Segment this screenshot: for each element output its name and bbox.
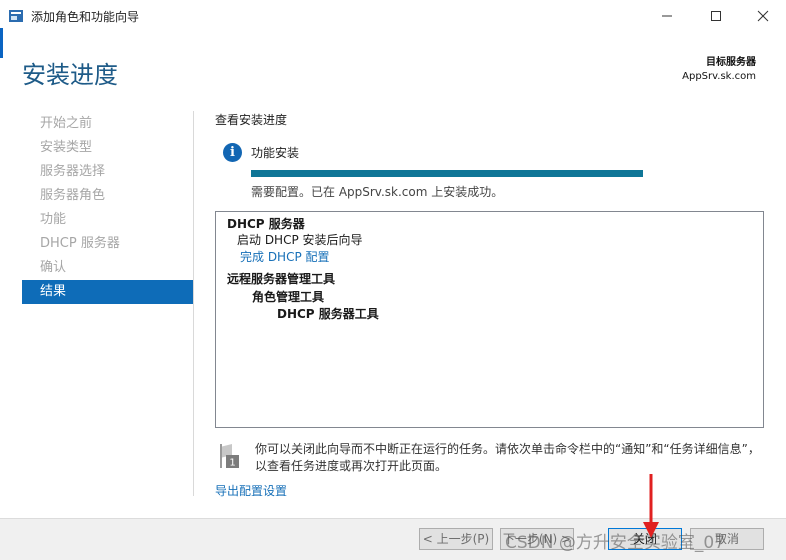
install-status: 需要配置。已在 AppSrv.sk.com 上安装成功。 bbox=[251, 185, 504, 199]
nav-item-server-roles[interactable]: 服务器角色 bbox=[22, 184, 193, 208]
results-list: DHCP 服务器 启动 DHCP 安装后向导 完成 DHCP 配置 远程服务器管… bbox=[215, 211, 764, 428]
result-item: 远程服务器管理工具 bbox=[227, 272, 336, 286]
progress-fill bbox=[251, 170, 643, 177]
result-item: 角色管理工具 bbox=[252, 290, 325, 304]
close-window-button[interactable] bbox=[740, 0, 786, 32]
minimize-icon bbox=[662, 15, 672, 17]
target-server-name: AppSrv.sk.com bbox=[682, 71, 756, 82]
maximize-button[interactable] bbox=[693, 0, 739, 32]
nav-item-before-you-begin[interactable]: 开始之前 bbox=[22, 112, 193, 136]
info-icon: i bbox=[223, 143, 242, 162]
install-progress-bar bbox=[251, 170, 643, 177]
result-item: DHCP 服务器 bbox=[227, 217, 305, 231]
nav-item-results[interactable]: 结果 bbox=[22, 280, 193, 304]
maximize-icon bbox=[711, 11, 721, 21]
feature-install-label: 功能安装 bbox=[251, 146, 300, 160]
minimize-button[interactable] bbox=[644, 0, 690, 32]
server-manager-icon bbox=[9, 10, 23, 22]
previous-button[interactable]: < 上一步(P) bbox=[419, 528, 493, 550]
nav-item-installation-type[interactable]: 安装类型 bbox=[22, 136, 193, 160]
next-button[interactable]: 下一步(N) > bbox=[500, 528, 574, 550]
wizard-nav: 开始之前 安装类型 服务器选择 服务器角色 功能 DHCP 服务器 确认 结果 bbox=[22, 112, 193, 304]
export-config-link[interactable]: 导出配置设置 bbox=[215, 482, 287, 499]
section-label: 查看安装进度 bbox=[215, 113, 288, 127]
window-edge bbox=[0, 28, 3, 58]
red-arrow-icon bbox=[643, 474, 659, 538]
nav-divider bbox=[193, 111, 194, 496]
info-note: 你可以关闭此向导而不中断正在运行的任务。请依次单击命令栏中的“通知”和“任务详细… bbox=[255, 442, 760, 473]
target-server-info: 目标服务器 AppSrv.sk.com bbox=[682, 56, 756, 84]
nav-item-confirmation[interactable]: 确认 bbox=[22, 256, 193, 280]
nav-item-features[interactable]: 功能 bbox=[22, 208, 193, 232]
nav-item-server-selection[interactable]: 服务器选择 bbox=[22, 160, 193, 184]
result-item: DHCP 服务器工具 bbox=[277, 307, 379, 321]
nav-item-dhcp-server[interactable]: DHCP 服务器 bbox=[22, 232, 193, 256]
notification-count: 1 bbox=[229, 458, 235, 469]
close-icon bbox=[757, 10, 769, 22]
page-title: 安装进度 bbox=[22, 61, 118, 89]
target-server-label: 目标服务器 bbox=[706, 57, 756, 68]
complete-dhcp-config-link[interactable]: 完成 DHCP 配置 bbox=[240, 249, 330, 265]
notification-flag-icon: 1 bbox=[220, 444, 239, 469]
title-bar: 添加角色和功能向导 bbox=[0, 0, 786, 32]
result-item: 启动 DHCP 安装后向导 bbox=[237, 233, 363, 247]
cancel-button[interactable]: 取消 bbox=[690, 528, 764, 550]
window-title: 添加角色和功能向导 bbox=[31, 10, 140, 24]
